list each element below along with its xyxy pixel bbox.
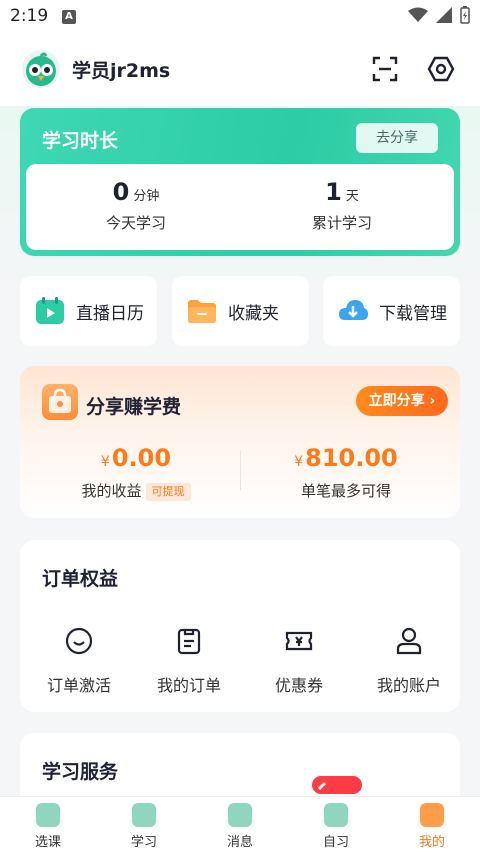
battery-icon xyxy=(460,6,470,24)
live-calendar-tile[interactable]: 直播日历 xyxy=(20,276,157,346)
study-duration-card: 学习时长 去分享 0 分钟 今天学习 1天 累计学习 xyxy=(20,108,460,256)
my-account-item[interactable]: 我的账户 xyxy=(354,626,464,696)
share-button[interactable]: 去分享 xyxy=(356,123,438,153)
earn-divider xyxy=(240,450,241,490)
notification-icon: A xyxy=(62,10,76,24)
order-benefits-title: 订单权益 xyxy=(42,568,119,590)
order-activate-label: 订单激活 xyxy=(46,676,111,695)
tab-mine[interactable]: 我的 xyxy=(384,803,480,850)
live-calendar-label: 直播日历 xyxy=(76,303,144,324)
tab-courses-label: 选课 xyxy=(34,835,61,850)
tab-self-study[interactable]: 自习 xyxy=(288,803,384,850)
username: 学员jr2ms xyxy=(72,60,171,82)
favorites-label: 收藏夹 xyxy=(228,303,279,324)
tab-study-label: 学习 xyxy=(130,835,157,850)
share-now-button[interactable]: 立即分享 › xyxy=(356,386,448,416)
settings-button[interactable] xyxy=(424,52,458,86)
favorites-tile[interactable]: 收藏夹 xyxy=(172,276,309,346)
max-earn-value: 810.00 xyxy=(305,444,398,472)
messages-tab-icon xyxy=(228,803,252,827)
status-icons xyxy=(408,6,470,24)
tab-study[interactable]: 学习 xyxy=(96,803,192,850)
total-study-stat: 1天 累计学习 xyxy=(252,178,432,233)
status-bar: 2:19 A xyxy=(0,0,480,34)
folder-icon xyxy=(188,300,216,323)
smile-icon xyxy=(65,627,93,655)
tab-mine-label: 我的 xyxy=(418,835,445,850)
order-activate-item[interactable]: 订单激活 xyxy=(24,626,134,696)
study-tab-icon xyxy=(132,803,156,827)
today-study-value: 0 xyxy=(112,178,130,206)
my-income-value: 0.00 xyxy=(111,444,172,472)
tab-messages[interactable]: 消息 xyxy=(192,803,288,850)
gift-bag-icon xyxy=(42,384,78,420)
max-earn-currency: ¥ xyxy=(294,454,304,470)
avatar[interactable] xyxy=(22,50,60,88)
my-orders-label: 我的订单 xyxy=(156,676,221,695)
share-now-label: 立即分享 xyxy=(368,393,425,409)
total-study-unit: 天 xyxy=(345,189,359,204)
coupon-icon xyxy=(285,631,313,651)
total-study-label: 累计学习 xyxy=(311,214,372,232)
bird-mascot-icon xyxy=(26,52,56,86)
user-icon xyxy=(396,627,422,655)
signal-icon xyxy=(436,7,452,23)
study-duration-title: 学习时长 xyxy=(42,130,119,152)
tab-self-study-label: 自习 xyxy=(322,835,349,850)
my-income-currency: ¥ xyxy=(100,454,110,470)
wifi-icon xyxy=(408,7,428,22)
coupons-item[interactable]: 优惠券 xyxy=(244,626,354,696)
share-earn-title: 分享赚学费 xyxy=(86,396,182,418)
withdrawable-badge[interactable]: 可提现 xyxy=(145,482,191,501)
coupons-label: 优惠券 xyxy=(274,676,323,695)
my-income-label: 我的收益 xyxy=(81,482,142,500)
study-services-title: 学习服务 xyxy=(42,761,119,783)
self-study-tab-icon xyxy=(324,803,348,827)
download-manager-tile[interactable]: 下载管理 xyxy=(323,276,460,346)
max-earn-stat: ¥810.00 单笔最多可得 xyxy=(256,444,436,501)
courses-tab-icon xyxy=(36,803,60,827)
clipboard-icon xyxy=(177,628,201,655)
my-income-stat: ¥0.00 我的收益 可提现 xyxy=(46,444,226,501)
study-stats-panel: 0 分钟 今天学习 1天 累计学习 xyxy=(26,164,454,250)
mine-tab-icon xyxy=(420,803,444,827)
scan-icon xyxy=(372,56,398,82)
download-manager-label: 下载管理 xyxy=(379,303,447,324)
settings-icon xyxy=(427,56,455,82)
max-earn-label: 单笔最多可得 xyxy=(300,482,391,500)
order-benefits-card: 订单权益 订单激活 我的订单 优惠券 我的账户 xyxy=(20,540,460,712)
total-study-value: 1 xyxy=(325,178,342,206)
today-study-stat: 0 分钟 今天学习 xyxy=(46,178,226,233)
scan-button[interactable] xyxy=(368,52,402,86)
today-study-label: 今天学习 xyxy=(105,214,166,232)
today-study-unit: 分钟 xyxy=(133,189,160,204)
cloud-download-icon xyxy=(339,300,368,320)
profile-header: 学员jr2ms xyxy=(0,34,480,106)
tab-messages-label: 消息 xyxy=(226,835,253,850)
my-orders-item[interactable]: 我的订单 xyxy=(134,626,244,696)
share-earn-card: 分享赚学费 立即分享 › ¥0.00 我的收益 可提现 ¥810.00 单笔最多可… xyxy=(20,366,460,518)
status-time: 2:19 xyxy=(10,6,49,26)
my-account-label: 我的账户 xyxy=(376,676,441,695)
tab-courses[interactable]: 选课 xyxy=(0,803,96,850)
bottom-tab-bar: 选课 学习 消息 自习 我的 xyxy=(0,796,480,853)
pen-badge-icon xyxy=(312,776,362,794)
calendar-icon xyxy=(36,297,64,324)
